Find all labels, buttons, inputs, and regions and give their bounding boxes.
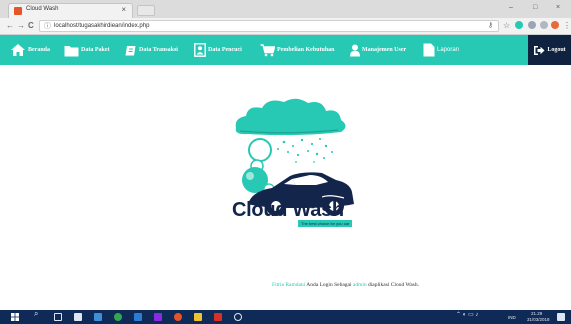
browser-tab-strip: Cloud Wash × – □ ×	[0, 0, 571, 18]
app-icon[interactable]	[194, 313, 202, 321]
edit-icon	[125, 45, 136, 55]
task-view-icon[interactable]	[54, 313, 62, 321]
close-window-button[interactable]: ×	[556, 3, 560, 13]
page: Beranda Data Paket Data Transaksi Data P…	[0, 35, 571, 310]
chrome-icon[interactable]	[114, 313, 122, 321]
nav-item-pembelian-kebutuhan[interactable]: Pembelian Kebutuhan	[260, 42, 335, 58]
nav-item-label: Data Pencuci	[208, 47, 242, 53]
menu-icon[interactable]: ⋮	[563, 20, 571, 32]
windows-start-icon[interactable]	[11, 313, 19, 321]
app-icon[interactable]	[174, 313, 182, 321]
minimize-button[interactable]: –	[509, 3, 513, 13]
tab-title: Cloud Wash	[26, 6, 59, 12]
reload-button[interactable]: C	[28, 20, 34, 32]
nav-item-label: Pembelian Kebutuhan	[277, 47, 335, 53]
logo-title: Cloud Wash	[232, 199, 344, 221]
language-indicator[interactable]: IND	[508, 315, 516, 320]
nav-item-label: Beranda	[28, 47, 51, 53]
screen: Cloud Wash × – □ × ← → C ⓘ localhost/tug…	[0, 0, 571, 324]
users-icon	[350, 44, 360, 56]
extension-icon[interactable]	[551, 21, 559, 29]
app-icon[interactable]	[134, 313, 142, 321]
tab-close-icon[interactable]: ×	[121, 5, 126, 15]
cart-icon	[260, 43, 275, 56]
folder-icon	[64, 45, 79, 56]
logout-icon	[534, 45, 545, 55]
notification-icon[interactable]	[557, 313, 565, 321]
extension-icon[interactable]	[540, 21, 548, 29]
nav-item-label: Manajemen User	[362, 47, 407, 53]
logout-button[interactable]: Logout	[528, 35, 571, 65]
address-bar[interactable]: ⓘ localhost/tugasakhirdiean/index.php	[39, 20, 499, 32]
logout-label: Logout	[547, 47, 566, 53]
browser-toolbar: ← → C ⓘ localhost/tugasakhirdiean/index.…	[0, 18, 571, 35]
nav-item-manajemen-user[interactable]: Manajemen User	[350, 42, 406, 58]
nav-item-data-pencuci[interactable]: Data Pencuci	[194, 42, 242, 58]
favicon-icon	[14, 7, 22, 15]
file-icon	[423, 43, 435, 57]
explorer-icon[interactable]	[94, 313, 102, 321]
main-navbar: Beranda Data Paket Data Transaksi Data P…	[0, 35, 571, 65]
app-icon[interactable]	[234, 313, 242, 321]
extension-icon[interactable]	[528, 21, 536, 29]
clock-time[interactable]: 21.29	[531, 311, 542, 316]
app-icon[interactable]	[214, 313, 222, 321]
info-icon: ⓘ	[44, 23, 51, 30]
user-name: Fitria Ramdani	[272, 282, 306, 288]
login-status-text: Fitria Ramdani Anda Login Sebagai admin …	[0, 282, 571, 288]
login-text: Anda Login Sebagai	[305, 282, 353, 288]
user-role: admin	[352, 282, 367, 288]
clock-date[interactable]: 31/03/2018	[527, 317, 550, 322]
nav-item-label: Laporan	[437, 47, 460, 53]
star-icon[interactable]: ☆	[503, 20, 510, 32]
taskbar: ⌕ ⌃ ◐ ▭ ♪ IND 21.29 31/03/2018	[0, 310, 571, 324]
new-tab-button[interactable]	[137, 5, 155, 16]
user-box-icon	[194, 43, 206, 57]
logo-tagline: The best choice for you car	[298, 220, 353, 227]
store-icon[interactable]	[74, 313, 82, 321]
nav-item-label: Data Transaksi	[139, 47, 178, 53]
back-button[interactable]: ←	[6, 20, 14, 32]
search-icon[interactable]: ⌕	[34, 310, 38, 318]
url-text: localhost/tugasakhirdiean/index.php	[54, 23, 150, 29]
app-icon[interactable]	[154, 313, 162, 321]
browser-tab[interactable]: Cloud Wash ×	[8, 3, 133, 18]
nav-item-data-paket[interactable]: Data Paket	[64, 42, 110, 58]
nav-item-beranda[interactable]: Beranda	[10, 42, 50, 58]
login-text-suffix: diaplikasi Cloud Wash.	[366, 282, 419, 288]
nav-item-data-transaksi[interactable]: Data Transaksi	[124, 42, 178, 58]
key-icon[interactable]: ⚷	[488, 20, 493, 32]
maximize-button[interactable]: □	[533, 3, 537, 13]
extension-icon[interactable]	[515, 21, 523, 29]
nav-item-label: Data Paket	[81, 47, 110, 53]
system-tray-icons[interactable]: ⌃ ◐ ▭ ♪	[456, 312, 478, 318]
home-icon	[11, 44, 25, 56]
nav-item-laporan[interactable]: Laporan	[423, 42, 459, 58]
forward-button[interactable]: →	[17, 20, 25, 32]
